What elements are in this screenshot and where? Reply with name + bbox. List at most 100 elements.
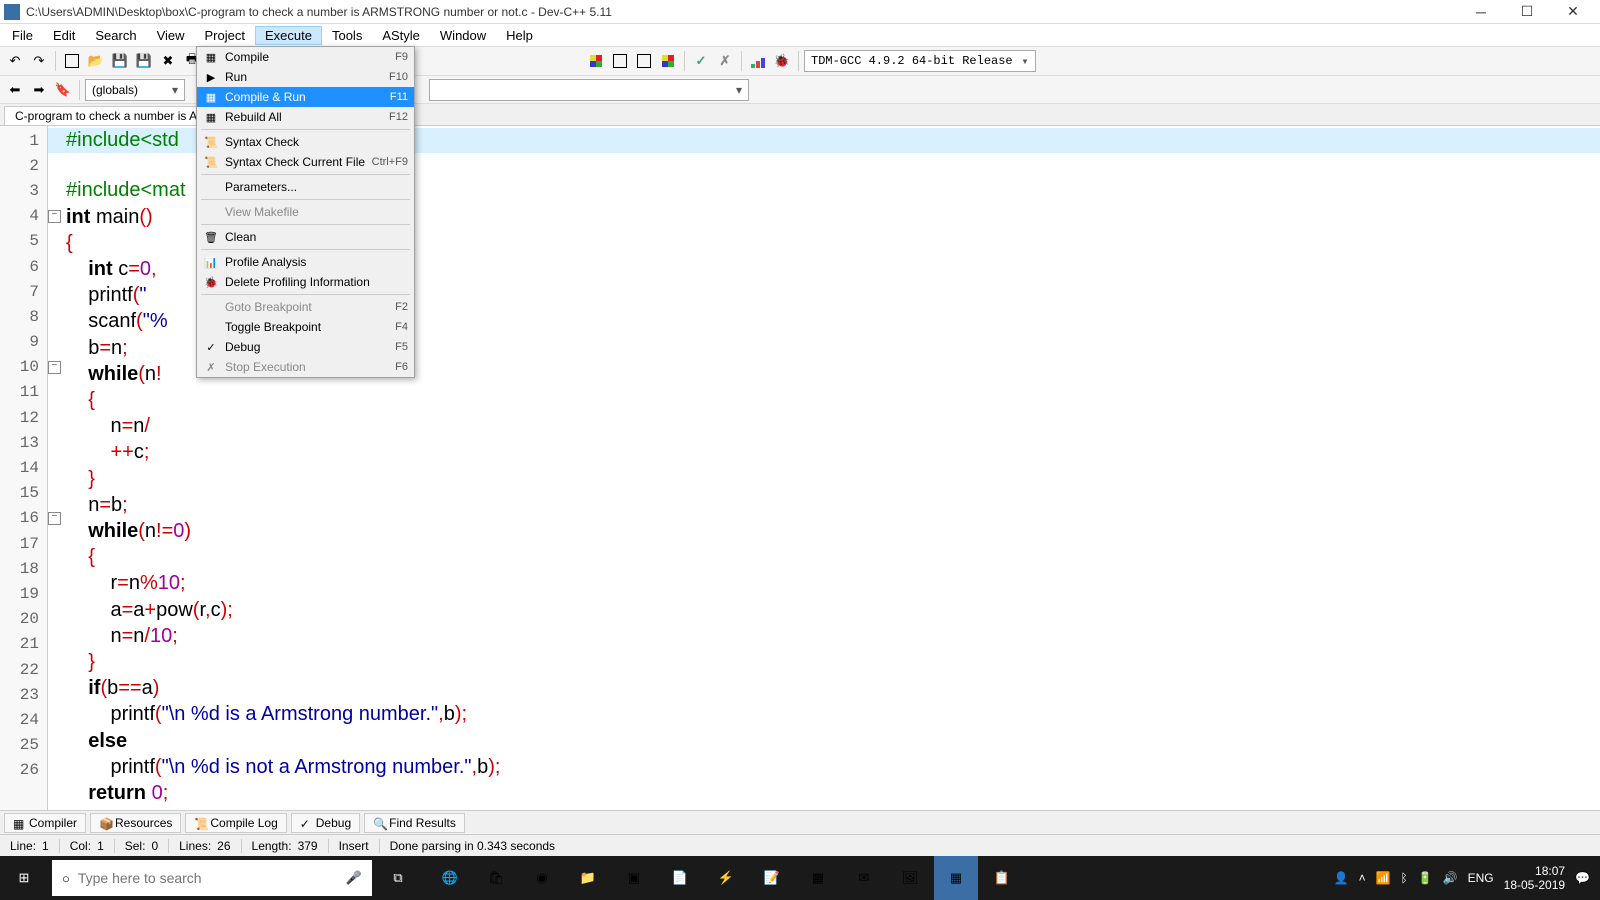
- open-file-icon[interactable]: 📂: [85, 50, 107, 72]
- menu-separator: [201, 174, 410, 175]
- titlebar-path: C:\Users\ADMIN\Desktop\box\C-program to …: [26, 5, 1458, 19]
- new-file-icon[interactable]: [61, 50, 83, 72]
- menu-help[interactable]: Help: [496, 26, 543, 45]
- task-view-icon[interactable]: ⧉: [376, 856, 420, 900]
- system-tray: 👤 ˄ 📶 ᛒ 🔋 🔊 ENG 18:07 18-05-2019 💬: [1324, 864, 1600, 893]
- layout3-icon[interactable]: [633, 50, 655, 72]
- delete-profile-icon[interactable]: 🐞: [771, 50, 793, 72]
- menu-execute[interactable]: Execute: [255, 26, 322, 45]
- line-number: 12: [0, 405, 47, 430]
- menu-item-compile[interactable]: ▦CompileF9: [197, 47, 414, 67]
- notification-icon[interactable]: 💬: [1575, 871, 1590, 885]
- menu-item-stop-execution: ✗Stop ExecutionF6: [197, 357, 414, 377]
- bottom-tab-resources[interactable]: 📦Resources: [90, 813, 181, 833]
- menu-item-debug[interactable]: ✓DebugF5: [197, 337, 414, 357]
- people-icon[interactable]: 👤: [1334, 871, 1349, 885]
- save-all-icon[interactable]: 💾: [133, 50, 155, 72]
- mic-icon[interactable]: 🎤: [346, 870, 362, 886]
- menu-item-run[interactable]: ▶RunF10: [197, 67, 414, 87]
- redo-icon[interactable]: ↷: [28, 50, 50, 72]
- parse-status: Done parsing in 0.343 seconds: [390, 839, 555, 853]
- bluetooth-icon[interactable]: ᛒ: [1401, 871, 1408, 885]
- explorer-icon[interactable]: 📁: [566, 856, 610, 900]
- menu-item-label: Compile: [225, 50, 395, 64]
- nav-fwd-icon[interactable]: ➡: [28, 79, 50, 101]
- menu-window[interactable]: Window: [430, 26, 496, 45]
- menu-item-delete-profiling-information[interactable]: 🐞Delete Profiling Information: [197, 272, 414, 292]
- app6-icon[interactable]: 📋: [980, 856, 1024, 900]
- maximize-button[interactable]: ☐: [1504, 1, 1550, 23]
- menu-file[interactable]: File: [2, 26, 43, 45]
- x-icon[interactable]: ✗: [714, 50, 736, 72]
- tab-icon: 🔍: [373, 817, 385, 829]
- menu-astyle[interactable]: AStyle: [372, 26, 430, 45]
- menu-item-label: Syntax Check: [225, 135, 408, 149]
- chevron-up-icon[interactable]: ˄: [1359, 871, 1366, 885]
- nav-bookmark-icon[interactable]: 🔖: [52, 79, 74, 101]
- menu-item-shortcut: F12: [389, 111, 408, 123]
- menu-project[interactable]: Project: [195, 26, 255, 45]
- bottom-tab-compiler[interactable]: ▦Compiler: [4, 813, 86, 833]
- menu-view[interactable]: View: [147, 26, 195, 45]
- menu-item-syntax-check-current-file[interactable]: 📜Syntax Check Current FileCtrl+F9: [197, 152, 414, 172]
- minimize-button[interactable]: ─: [1458, 1, 1504, 23]
- battery-icon[interactable]: 🔋: [1418, 871, 1433, 885]
- layout-icon[interactable]: [585, 50, 607, 72]
- devcpp-icon[interactable]: ▦: [934, 856, 978, 900]
- menu-item-parameters-[interactable]: Parameters...: [197, 177, 414, 197]
- volume-icon[interactable]: 🔊: [1443, 871, 1458, 885]
- save-icon[interactable]: 💾: [109, 50, 131, 72]
- edge-icon[interactable]: 🌐: [428, 856, 472, 900]
- scope-select[interactable]: (globals): [85, 79, 185, 101]
- terminal-icon[interactable]: ▣: [612, 856, 656, 900]
- bottom-tab-compile-log[interactable]: 📜Compile Log: [185, 813, 286, 833]
- store-icon[interactable]: 🛍: [474, 856, 518, 900]
- taskbar-search[interactable]: ○ 🎤: [52, 860, 372, 896]
- app5-icon[interactable]: 🖼: [888, 856, 932, 900]
- tab-label: Resources: [115, 816, 172, 830]
- menu-tools[interactable]: Tools: [322, 26, 372, 45]
- menu-item-clean[interactable]: 🗑Clean: [197, 227, 414, 247]
- mail-icon[interactable]: ✉: [842, 856, 886, 900]
- app3-icon[interactable]: 📝: [750, 856, 794, 900]
- lines-val: 26: [217, 839, 230, 853]
- menu-edit[interactable]: Edit: [43, 26, 85, 45]
- menu-item-profile-analysis[interactable]: 📊Profile Analysis: [197, 252, 414, 272]
- blank-icon: [203, 319, 219, 335]
- menu-item-syntax-check[interactable]: 📜Syntax Check: [197, 132, 414, 152]
- statusbar: Line:1 Col:1 Sel:0 Lines:26 Length:379 I…: [0, 834, 1600, 856]
- layout4-icon[interactable]: [657, 50, 679, 72]
- line-number: 20: [0, 607, 47, 632]
- clock[interactable]: 18:07 18-05-2019: [1504, 864, 1565, 893]
- bottom-tab-find-results[interactable]: 🔍Find Results: [364, 813, 465, 833]
- line-number: 14: [0, 455, 47, 480]
- undo-icon[interactable]: ↶: [4, 50, 26, 72]
- start-button[interactable]: ⊞: [0, 856, 48, 900]
- layout2-icon[interactable]: [609, 50, 631, 72]
- tab-icon: ▦: [13, 817, 25, 829]
- nav-back-icon[interactable]: ⬅: [4, 79, 26, 101]
- close-button[interactable]: ✕: [1550, 1, 1596, 23]
- compiler-select[interactable]: TDM-GCC 4.9.2 64-bit Release: [804, 50, 1036, 72]
- chrome-icon[interactable]: ◉: [520, 856, 564, 900]
- wifi-icon[interactable]: 📶: [1376, 871, 1391, 885]
- app4-icon[interactable]: ▦: [796, 856, 840, 900]
- check-icon[interactable]: ✓: [690, 50, 712, 72]
- app2-icon[interactable]: ⚡: [704, 856, 748, 900]
- lang-indicator[interactable]: ENG: [1468, 871, 1494, 885]
- member-select[interactable]: [429, 79, 749, 101]
- bottom-tab-debug[interactable]: ✓Debug: [291, 813, 360, 833]
- play-icon: ▶: [203, 69, 219, 85]
- menu-item-compile-run[interactable]: ▦Compile & RunF11: [197, 87, 414, 107]
- search-input[interactable]: [78, 870, 338, 886]
- menu-item-toggle-breakpoint[interactable]: Toggle BreakpointF4: [197, 317, 414, 337]
- menu-item-shortcut: F11: [390, 91, 408, 103]
- profile-icon[interactable]: [747, 50, 769, 72]
- line-number: 11: [0, 380, 47, 405]
- app-icon[interactable]: 📄: [658, 856, 702, 900]
- grid-icon: ▦: [203, 89, 219, 105]
- close-file-icon[interactable]: ✖: [157, 50, 179, 72]
- file-tab[interactable]: C-program to check a number is ARM: [4, 106, 227, 125]
- menu-search[interactable]: Search: [85, 26, 146, 45]
- menu-item-rebuild-all[interactable]: ▦Rebuild AllF12: [197, 107, 414, 127]
